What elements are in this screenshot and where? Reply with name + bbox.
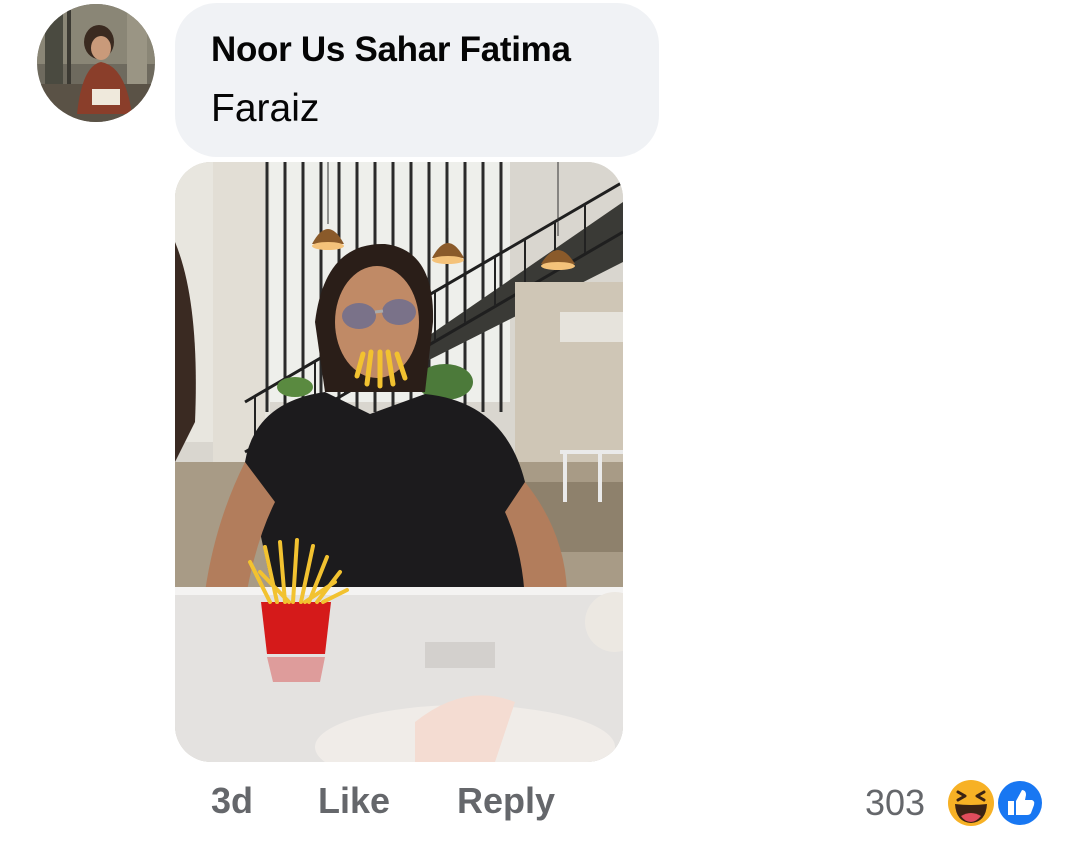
- reaction-icons[interactable]: [944, 776, 1046, 830]
- haha-emoji-icon: [945, 777, 997, 829]
- reaction-count[interactable]: 303: [865, 782, 925, 824]
- comment-author[interactable]: Noor Us Sahar Fatima: [211, 30, 571, 70]
- profile-photo-icon: [37, 4, 155, 122]
- comment-text: Faraiz: [211, 87, 320, 130]
- comment-bubble: Noor Us Sahar Fatima Faraiz: [175, 3, 659, 157]
- like-button[interactable]: Like: [318, 780, 390, 822]
- reply-button[interactable]: Reply: [457, 780, 555, 822]
- photo-attachment[interactable]: [175, 162, 623, 762]
- comment-timestamp[interactable]: 3d: [211, 780, 253, 822]
- comment-actions: 3d Like Reply 303: [0, 780, 1080, 830]
- avatar[interactable]: [37, 4, 155, 122]
- like-thumb-icon: [995, 778, 1045, 828]
- comment-container: Noor Us Sahar Fatima Faraiz 3d Like Repl…: [0, 0, 1080, 844]
- photo-attachment-icon: [175, 162, 623, 762]
